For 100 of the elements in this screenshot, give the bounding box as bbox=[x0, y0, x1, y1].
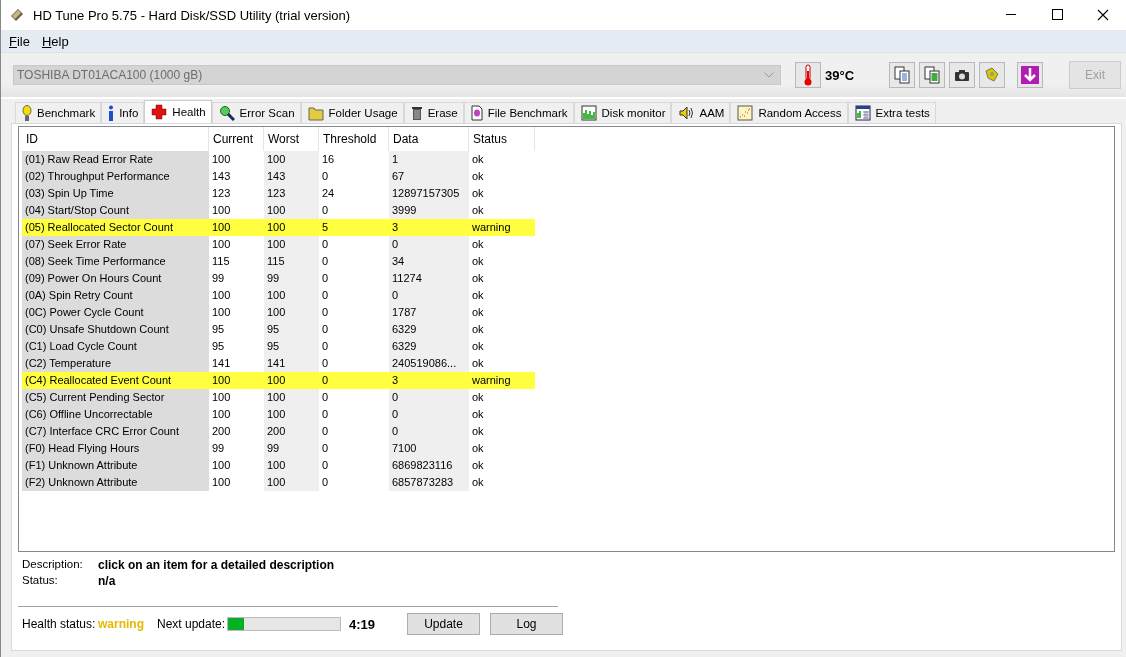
tab[interactable]: Benchmark bbox=[15, 102, 102, 123]
table-cell-text: 24 bbox=[321, 186, 336, 201]
table-cell: 100 bbox=[209, 372, 264, 389]
menu-item[interactable]: File bbox=[3, 33, 36, 49]
action-button[interactable]: Log bbox=[490, 613, 563, 635]
table-cell: 3999 bbox=[389, 202, 469, 219]
drive-dropdown[interactable]: TOSHIBA DT01ACA100 (1000 gB) bbox=[13, 65, 781, 85]
table-cell-text: ok bbox=[471, 186, 485, 201]
toolbar-button[interactable] bbox=[949, 62, 975, 88]
table-cell-text: 0 bbox=[321, 203, 330, 218]
lightbulb-icon bbox=[22, 105, 32, 121]
table-cell: (C6) Offline Uncorrectable bbox=[22, 406, 209, 423]
table-cell-text: ok bbox=[471, 152, 485, 167]
action-button[interactable]: Update bbox=[407, 613, 480, 635]
table-cell: 100 bbox=[264, 287, 319, 304]
table-cell: 1787 bbox=[389, 304, 469, 321]
column-header[interactable]: Status bbox=[469, 127, 535, 151]
magnifier-icon bbox=[218, 105, 235, 121]
tab[interactable]: Health bbox=[144, 100, 212, 123]
table-cell: 100 bbox=[209, 219, 264, 236]
table-cell-text: 143 bbox=[211, 169, 232, 184]
table-cell-text: 141 bbox=[211, 356, 232, 371]
field-value: click on an item for a detailed description bbox=[98, 558, 336, 572]
thermometer-button[interactable] bbox=[795, 62, 821, 88]
table-cell: 0 bbox=[389, 236, 469, 253]
table-cell: 100 bbox=[264, 304, 319, 321]
toolbar-button[interactable] bbox=[1017, 62, 1043, 88]
copy-icon bbox=[892, 65, 912, 85]
table-cell: 34 bbox=[389, 253, 469, 270]
table-cell-text: ok bbox=[471, 356, 485, 371]
table-cell-text: ok bbox=[471, 339, 485, 354]
tab[interactable]: Folder Usage bbox=[300, 102, 404, 123]
table-cell: 99 bbox=[264, 270, 319, 287]
table-cell: warning bbox=[469, 219, 535, 236]
table-cell: 3 bbox=[389, 372, 469, 389]
tab[interactable]: Disk monitor bbox=[573, 102, 672, 123]
table-cell: (C2) Temperature bbox=[22, 355, 209, 372]
column-header[interactable]: Threshold bbox=[319, 127, 389, 151]
tab[interactable]: Info bbox=[101, 102, 145, 123]
speaker-icon bbox=[678, 105, 695, 121]
table-cell: 6329 bbox=[389, 338, 469, 355]
menu-item[interactable]: Help bbox=[35, 33, 75, 49]
image-copy-icon bbox=[922, 65, 942, 85]
table-cell-text: 100 bbox=[211, 407, 232, 422]
field-label: Next update: bbox=[157, 617, 227, 631]
table-cell: 11274 bbox=[389, 270, 469, 287]
table-cell-text: ok bbox=[471, 254, 485, 269]
table-cell-text: 123 bbox=[211, 186, 232, 201]
table-cell-text: ok bbox=[471, 458, 485, 473]
table-cell-text: ok bbox=[471, 475, 485, 490]
table-cell: 99 bbox=[264, 440, 319, 457]
dropdown-caret-icon bbox=[764, 72, 774, 78]
table-cell: 95 bbox=[264, 338, 319, 355]
table-cell: 0 bbox=[389, 423, 469, 440]
table-cell-text: 200 bbox=[211, 424, 232, 439]
table-cell-text: 0 bbox=[321, 424, 330, 439]
table-cell-text: ok bbox=[471, 237, 485, 252]
table-cell-text: 115 bbox=[211, 254, 231, 269]
table-cell-text: 0 bbox=[321, 271, 330, 286]
table-cell: 143 bbox=[264, 168, 319, 185]
field-label: Status: bbox=[22, 574, 59, 588]
table-cell-text: 0 bbox=[321, 237, 330, 252]
table-cell: (0A) Spin Retry Count bbox=[22, 287, 209, 304]
table-cell: 123 bbox=[264, 185, 319, 202]
table-cell: (09) Power On Hours Count bbox=[22, 270, 209, 287]
table-cell: warning bbox=[469, 372, 535, 389]
table-cell-text: 0 bbox=[321, 339, 330, 354]
table-cell-text: 100 bbox=[211, 152, 232, 167]
table-cell-text: 0 bbox=[321, 407, 330, 422]
table-cell-text: ok bbox=[471, 322, 485, 337]
health-status-value: warning bbox=[98, 617, 145, 631]
table-cell: (0C) Power Cycle Count bbox=[22, 304, 209, 321]
table-cell-text: 0 bbox=[321, 390, 330, 405]
table-cell: (03) Spin Up Time bbox=[22, 185, 209, 202]
table-cell-text: 0 bbox=[321, 169, 330, 184]
tab[interactable]: Error Scan bbox=[211, 102, 301, 123]
table-cell: 100 bbox=[264, 236, 319, 253]
column-header[interactable]: Current bbox=[209, 127, 264, 151]
table-cell-text: 0 bbox=[321, 254, 330, 269]
table-cell-text: 100 bbox=[211, 305, 232, 320]
table-cell-text: 95 bbox=[211, 322, 226, 337]
table-cell-text: 0 bbox=[321, 322, 330, 337]
table-cell: (C4) Reallocated Event Count bbox=[22, 372, 209, 389]
table-cell: 5 bbox=[319, 219, 389, 236]
tab[interactable]: File Benchmark bbox=[463, 102, 574, 123]
table-cell: (C7) Interface CRC Error Count bbox=[22, 423, 209, 440]
table-cell: 141 bbox=[264, 355, 319, 372]
table-cell-text: ok bbox=[471, 390, 485, 405]
tab[interactable]: Erase bbox=[403, 102, 464, 123]
tab[interactable]: Extra tests bbox=[847, 102, 936, 123]
field-value: n/a bbox=[98, 574, 117, 588]
tab[interactable]: AAM bbox=[671, 102, 731, 123]
bar-chart-icon bbox=[580, 105, 597, 121]
table-cell: 1 bbox=[389, 151, 469, 168]
table-cell-text: 100 bbox=[211, 203, 232, 218]
table-cell: (02) Throughput Performance bbox=[22, 168, 209, 185]
table-cell: (04) Start/Stop Count bbox=[22, 202, 209, 219]
table-cell-text: 0 bbox=[321, 305, 330, 320]
tab[interactable]: Random Access bbox=[730, 102, 848, 123]
folder-icon bbox=[307, 105, 324, 121]
